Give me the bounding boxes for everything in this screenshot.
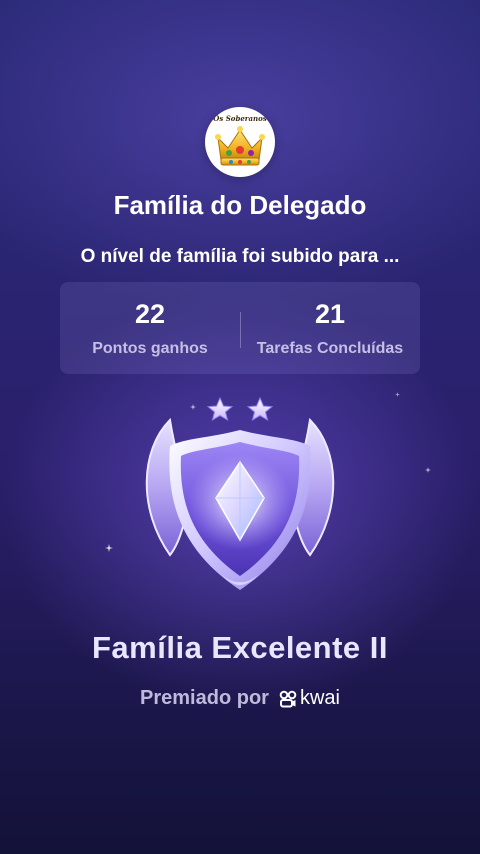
stat-points: 22 Pontos ganhos (60, 282, 240, 374)
stat-value: 21 (314, 299, 346, 329)
crown-icon (215, 126, 265, 166)
family-level-up-screen: Os Soberanos Família do Delegado O nível… (0, 0, 480, 854)
kwai-brand-text: kwai (299, 687, 340, 709)
kwai-logo-icon (279, 690, 297, 707)
badge-title: Família Excelente II (91, 630, 389, 665)
shield-badge-icon (145, 396, 335, 590)
family-avatar[interactable]: Os Soberanos (205, 107, 275, 177)
star-icon (246, 396, 274, 422)
level-up-message: O nível de família foi subido para ... (80, 246, 400, 267)
stat-tasks: 21 Tarefas Concluídas (240, 282, 420, 374)
family-name: Família do Delegado (113, 190, 367, 220)
sparkle-icon (395, 392, 400, 397)
stats-card: 22 Pontos ganhos 21 Tarefas Concluídas (60, 282, 420, 374)
stat-value: 22 (134, 299, 166, 329)
stat-label: Pontos ganhos (92, 340, 208, 357)
sparkle-icon (105, 544, 113, 552)
star-icon (206, 396, 234, 422)
awarded-by-label: Premiado por (140, 687, 269, 709)
kwai-logo: kwai (279, 687, 340, 710)
avatar-text: Os Soberanos (213, 114, 267, 123)
sparkle-icon (425, 467, 431, 473)
awarded-by: Premiado por kwai (0, 687, 480, 710)
stat-label: Tarefas Concluídas (256, 340, 404, 357)
